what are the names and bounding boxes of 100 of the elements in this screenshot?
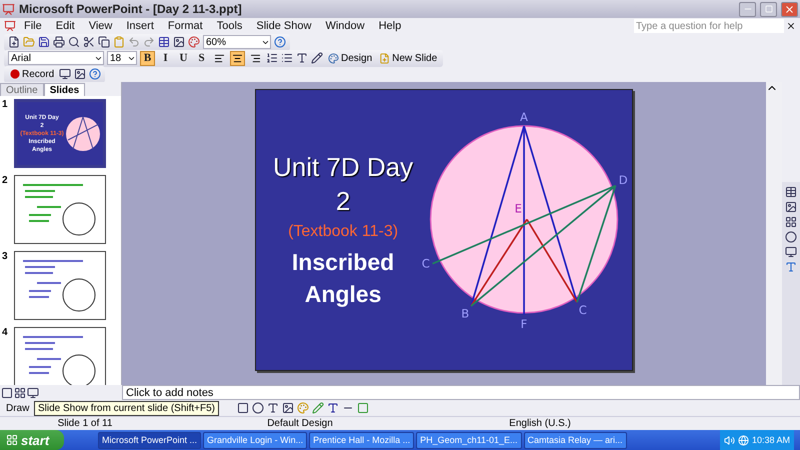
save-icon[interactable] [38, 36, 50, 48]
slide-title: Unit 7D Day [272, 150, 414, 184]
slide-number: 3 [2, 251, 9, 264]
menu-item[interactable]: Format [162, 20, 209, 32]
point-label: B [461, 306, 470, 320]
image-icon[interactable] [173, 36, 185, 48]
close-button[interactable] [781, 2, 798, 16]
text-icon[interactable] [296, 52, 308, 64]
menu-item[interactable]: Insert [120, 20, 160, 32]
menu-item[interactable]: Edit [50, 20, 81, 32]
design-button[interactable]: Design [326, 50, 374, 66]
rectangle-icon[interactable] [237, 402, 250, 414]
app-icon [2, 2, 15, 16]
palette-icon[interactable] [188, 36, 200, 48]
document-icon[interactable] [4, 20, 16, 32]
taskbar-button[interactable]: Prentice Hall - Mozilla ... [309, 432, 414, 448]
monitor-icon[interactable] [785, 246, 797, 258]
printer-icon[interactable] [53, 36, 65, 48]
taskbar-button[interactable]: Microsoft PowerPoint ... [98, 432, 202, 448]
panel-tab[interactable]: Slides [44, 83, 86, 96]
help-search-field[interactable]: Type a question for help [634, 19, 784, 33]
align-icon [214, 52, 225, 64]
slide-heading: Angles [304, 280, 382, 309]
start-button[interactable]: start [0, 430, 64, 450]
font-size-combo[interactable]: 18 [107, 51, 137, 65]
record-dot-icon [10, 69, 20, 79]
text-style-button[interactable]: S [194, 50, 209, 66]
image-icon[interactable] [785, 201, 797, 213]
taskbar-button[interactable]: Grandville Login - Win... [203, 432, 308, 448]
table-icon[interactable] [785, 186, 797, 198]
restore-button[interactable] [760, 2, 777, 16]
point-label: A [520, 110, 528, 124]
scissors-icon[interactable] [83, 36, 95, 48]
search-icon[interactable] [68, 36, 80, 48]
tooltip: Slide Show from current slide (Shift+F5) [34, 401, 220, 416]
text-style-button[interactable]: B [140, 50, 155, 66]
oval-icon[interactable] [252, 402, 264, 414]
slide-subtitle: (Textbook 11-3) [288, 222, 398, 242]
align-icon [250, 52, 261, 64]
table-icon[interactable] [158, 36, 170, 48]
menu-item[interactable]: Window [319, 20, 371, 32]
grid-icon[interactable] [785, 216, 797, 228]
line-color-icon[interactable] [312, 402, 324, 414]
point-label: F [520, 316, 528, 331]
align-icon [232, 52, 243, 64]
zoom-combo[interactable]: 60% [203, 35, 271, 49]
image-icon[interactable] [282, 402, 294, 414]
window-title: Microsoft PowerPoint - [Day 2 11-3.ppt] [19, 2, 243, 16]
text-icon[interactable] [267, 402, 280, 414]
minimize-button[interactable] [739, 2, 756, 16]
monitor-icon[interactable] [59, 68, 72, 80]
new-file-icon[interactable] [8, 36, 20, 48]
close-icon[interactable] [786, 21, 796, 31]
copy-icon[interactable] [98, 36, 110, 48]
close-icon [784, 4, 795, 14]
pencil-icon[interactable] [311, 52, 323, 64]
menu-item[interactable]: View [82, 20, 118, 32]
network-icon[interactable] [738, 434, 749, 446]
slide-number: 4 [2, 327, 9, 340]
font-combo[interactable]: Arial [8, 51, 104, 65]
circle-icon[interactable] [785, 231, 797, 243]
point-label: D [618, 172, 628, 186]
slide-number: 2 [2, 175, 9, 188]
new-slide-icon [379, 52, 390, 64]
panel-tab[interactable]: Outline [0, 83, 44, 96]
slide-title: 2 [336, 184, 350, 218]
point-label: E [514, 201, 522, 216]
slide-sorter-icon[interactable] [14, 386, 26, 398]
align-button[interactable] [230, 50, 245, 66]
menu-item[interactable]: File [18, 20, 48, 32]
draw-menu-button[interactable]: Draw [4, 400, 32, 416]
help-icon[interactable] [89, 68, 102, 80]
menu-item[interactable]: Slide Show [250, 20, 318, 32]
text-style-button[interactable]: U [176, 50, 191, 66]
help-icon[interactable] [274, 36, 286, 48]
record-button[interactable]: Record [8, 66, 56, 82]
taskbar-button[interactable]: Camtasia Relay — ari... [524, 432, 627, 448]
numbered-list-icon[interactable] [266, 52, 278, 64]
clipboard-icon[interactable] [113, 36, 125, 48]
text-style-button[interactable]: I [158, 50, 173, 66]
status-text: Default Design [266, 418, 334, 429]
new-slide-button[interactable]: New Slide [377, 50, 440, 66]
speaker-icon[interactable] [724, 434, 735, 446]
restore-icon [764, 5, 772, 13]
notes-field[interactable]: Click to add notes [122, 385, 800, 400]
taskbar-button[interactable]: PH_Geom_ch11-01_E... [416, 432, 522, 448]
normal-view-icon[interactable] [1, 386, 13, 398]
palette-icon [328, 52, 339, 64]
font-color-icon[interactable] [327, 402, 340, 414]
menu-item[interactable]: Help [372, 20, 408, 32]
windows-logo-icon [6, 434, 18, 446]
menu-item[interactable]: Tools [210, 20, 248, 32]
clock: 10:38 AM [752, 435, 790, 445]
fill-color-icon[interactable] [297, 402, 310, 414]
status-text: Slide 1 of 11 [56, 418, 114, 429]
slide-show-icon[interactable] [27, 386, 39, 398]
status-text: English (U.S.) [508, 418, 572, 429]
point-label: C [578, 302, 587, 316]
slide-number: 1 [2, 99, 9, 112]
image-icon[interactable] [74, 68, 86, 80]
